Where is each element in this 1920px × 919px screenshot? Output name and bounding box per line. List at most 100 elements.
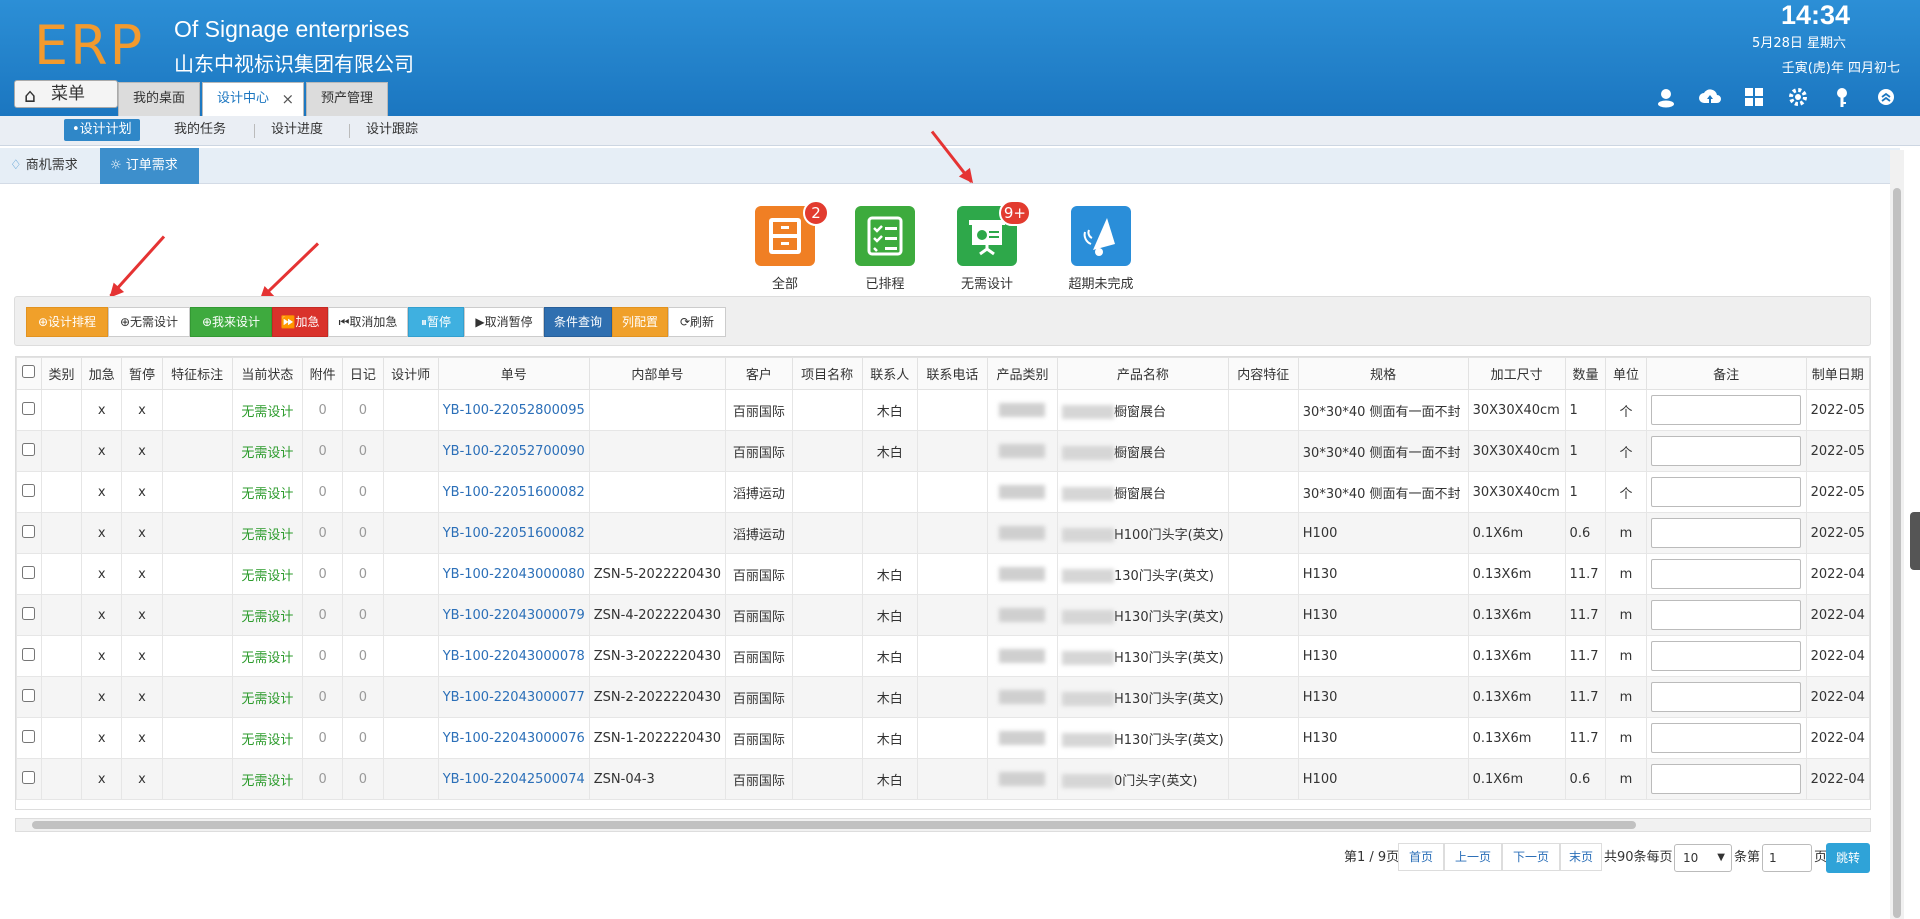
tile-overdue[interactable]: 超期未完成: [1056, 206, 1146, 292]
order-number-link[interactable]: YB-100-22052800095: [437, 389, 590, 431]
schedule-design-button[interactable]: ⊕设计排程: [26, 307, 108, 337]
row-checkbox[interactable]: [22, 524, 36, 538]
remark-textarea[interactable]: [1651, 559, 1802, 589]
table-row[interactable]: x x 无需设计 0 0 YB-100-22043000079 ZSN-4-20222204…: [16, 594, 1870, 636]
table-cell: x: [121, 717, 163, 759]
no-design-button[interactable]: ⊕无需设计: [108, 307, 190, 337]
order-number-link[interactable]: YB-100-22043000080: [437, 553, 590, 595]
pause-button[interactable]: ⏸暂停: [408, 307, 464, 337]
remark-textarea[interactable]: [1651, 682, 1802, 712]
table-cell: [382, 676, 439, 718]
subnav-my-tasks[interactable]: 我的任务: [174, 119, 226, 141]
row-checkbox[interactable]: [22, 688, 36, 702]
row-checkbox[interactable]: [22, 770, 36, 784]
row-checkbox[interactable]: [22, 647, 36, 661]
per-page-select[interactable]: 10 ▼: [1674, 844, 1732, 872]
order-number-link[interactable]: YB-100-22043000079: [437, 594, 590, 636]
order-number-link[interactable]: YB-100-22043000078: [437, 635, 590, 677]
subnav-design-tracking[interactable]: 设计跟踪: [366, 119, 418, 141]
row-checkbox[interactable]: [22, 401, 36, 415]
gear-icon[interactable]: [1776, 86, 1820, 113]
goto-button[interactable]: 跳转: [1826, 843, 1870, 873]
row-checkbox[interactable]: [22, 483, 36, 497]
order-number-link[interactable]: YB-100-22052700090: [437, 430, 590, 472]
collapse-icon[interactable]: [1864, 86, 1908, 113]
tile-all[interactable]: 2 全部: [740, 200, 830, 292]
table-row[interactable]: x x 无需设计 0 0 YB-100-22051600082 滔搏运动 橱窗展台 30*30*…: [16, 471, 1870, 513]
table-cell: H130: [1297, 594, 1469, 636]
table-row[interactable]: x x 无需设计 0 0 YB-100-22043000078 ZSN-3-20222204…: [16, 635, 1870, 677]
row-checkbox[interactable]: [22, 442, 36, 456]
table-cell: ZSN-5-2022220430: [588, 553, 727, 595]
tab-opportunity-requirements[interactable]: ♢ 商机需求: [0, 148, 88, 184]
tab-preproduction[interactable]: 预产管理: [306, 82, 389, 116]
table-cell: [791, 758, 863, 800]
order-number-link[interactable]: YB-100-22043000076: [437, 717, 590, 759]
table-row[interactable]: x x 无需设计 0 0 YB-100-22051600082 滔搏运动 H100门头字(英文…: [16, 512, 1870, 554]
table-cell: [916, 430, 988, 472]
subnav-design-progress[interactable]: 设计进度: [271, 119, 323, 141]
table-cell: 木白: [861, 594, 918, 636]
tab-my-desktop[interactable]: 我的桌面: [118, 82, 201, 116]
table-cell: 0.13X6m: [1467, 594, 1566, 636]
table-cell: ZSN-4-2022220430: [588, 594, 727, 636]
row-checkbox[interactable]: [22, 606, 36, 620]
table-row[interactable]: x x 无需设计 0 0 YB-100-22052800095 百丽国际 木白 橱窗展台 30*3…: [16, 389, 1870, 431]
order-number-link[interactable]: YB-100-22051600082: [437, 471, 590, 513]
design-subnav: •设计计划 我的任务 设计进度 设计跟踪: [0, 116, 1920, 146]
remark-textarea[interactable]: [1651, 723, 1802, 753]
column-config-button[interactable]: 列配置: [612, 307, 668, 337]
row-checkbox[interactable]: [22, 729, 36, 743]
remark-textarea[interactable]: [1651, 436, 1802, 466]
grid-icon[interactable]: [1732, 86, 1776, 113]
cancel-urgent-button[interactable]: ⏮取消加急: [328, 307, 408, 337]
remark-textarea[interactable]: [1651, 600, 1802, 630]
scrollbar-thumb[interactable]: [1893, 188, 1901, 918]
tile-no-design[interactable]: 9+ 无需设计: [942, 200, 1032, 292]
horizontal-scrollbar[interactable]: [15, 818, 1871, 832]
table-row[interactable]: x x 无需设计 0 0 YB-100-22043000080 ZSN-5-20222204…: [16, 553, 1870, 595]
urgent-button[interactable]: ⏩加急: [272, 307, 328, 337]
remark-textarea[interactable]: [1651, 764, 1802, 794]
tile-scheduled[interactable]: 已排程: [840, 206, 930, 292]
row-checkbox[interactable]: [22, 565, 36, 579]
table-row[interactable]: x x 无需设计 0 0 YB-100-22043000076 ZSN-1-20222204…: [16, 717, 1870, 759]
tab-design-center[interactable]: 设计中心 ×: [202, 82, 305, 116]
i-design-button[interactable]: ⊕我来设计: [190, 307, 272, 337]
table-cell: ZSN-04-3: [588, 758, 727, 800]
remark-textarea[interactable]: [1651, 477, 1802, 507]
order-number-link[interactable]: YB-100-22051600082: [437, 512, 590, 554]
table-row[interactable]: x x 无需设计 0 0 YB-100-22043000077 ZSN-2-20222204…: [16, 676, 1870, 718]
menu-button[interactable]: ⌂ 菜单: [14, 80, 118, 108]
table-row[interactable]: x x 无需设计 0 0 YB-100-22042500074 ZSN-04-3 百丽国际 木白…: [16, 758, 1870, 800]
remark-textarea[interactable]: [1651, 518, 1802, 548]
select-all-checkbox[interactable]: [22, 365, 36, 378]
remark-textarea[interactable]: [1651, 641, 1802, 671]
column-header: 类别: [40, 357, 83, 390]
last-page-button[interactable]: 末页: [1560, 843, 1602, 871]
goto-page-input[interactable]: 1: [1762, 844, 1812, 872]
remark-textarea[interactable]: [1651, 395, 1802, 425]
user-icon[interactable]: [1644, 86, 1688, 113]
cloud-upload-icon[interactable]: [1688, 86, 1732, 113]
table-row[interactable]: x x 无需设计 0 0 YB-100-22052700090 百丽国际 木白 橱窗展台 30*3…: [16, 430, 1870, 472]
refresh-button[interactable]: ⟳刷新: [668, 307, 726, 337]
tab-order-requirements[interactable]: ☼ 订单需求: [100, 148, 199, 184]
order-number-link[interactable]: YB-100-22043000077: [437, 676, 590, 718]
next-page-button[interactable]: 下一页: [1502, 843, 1560, 871]
order-number-link[interactable]: YB-100-22042500074: [437, 758, 590, 800]
table-cell: 无需设计: [231, 635, 304, 677]
close-icon[interactable]: ×: [281, 83, 294, 115]
condition-query-button[interactable]: 条件查询: [544, 307, 612, 337]
vertical-scrollbar[interactable]: [1890, 150, 1904, 919]
scrollbar-thumb[interactable]: [32, 821, 1636, 829]
table-cell: 30X30X40cm: [1467, 471, 1566, 513]
prev-page-button[interactable]: 上一页: [1444, 843, 1502, 871]
first-page-button[interactable]: 首页: [1398, 843, 1444, 871]
key-icon[interactable]: [1820, 86, 1864, 113]
subnav-design-plan[interactable]: •设计计划: [64, 119, 140, 141]
side-drawer-handle[interactable]: [1910, 512, 1920, 570]
select-all-header[interactable]: [16, 357, 42, 390]
cancel-pause-button[interactable]: ▶取消暂停: [464, 307, 544, 337]
table-cell: 0: [302, 430, 344, 472]
